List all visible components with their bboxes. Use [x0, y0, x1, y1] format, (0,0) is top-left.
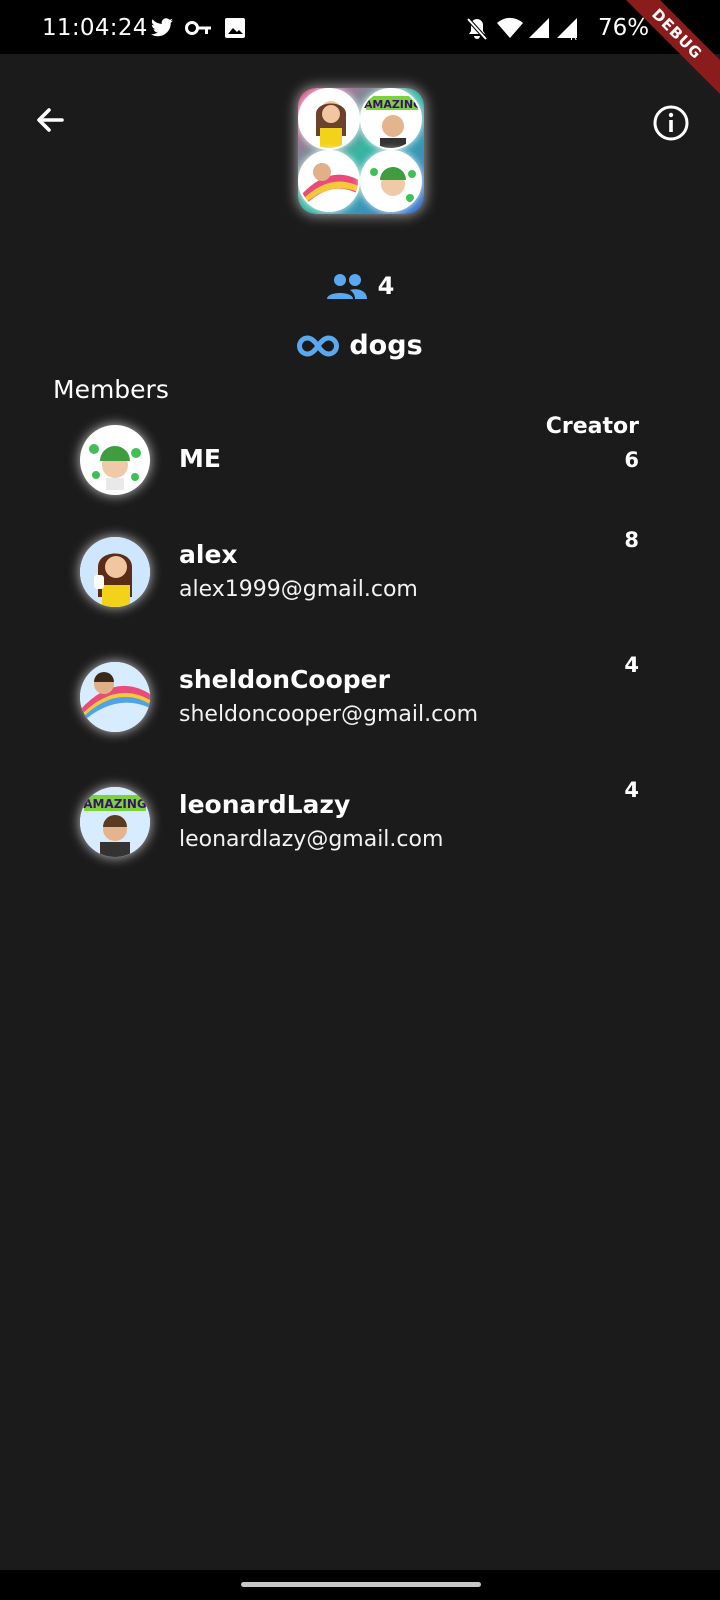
group-name-row: dogs: [0, 330, 720, 363]
member-role: Creator: [545, 414, 639, 439]
member-count-row: 4: [0, 272, 720, 304]
member-row-me[interactable]: ME Creator 6: [0, 410, 720, 500]
back-button[interactable]: [30, 100, 70, 140]
infinity-icon: [297, 334, 340, 357]
avatar: [80, 537, 150, 607]
home-indicator[interactable]: [241, 1582, 481, 1587]
status-time: 11:04:24: [42, 15, 148, 41]
avatar: [80, 425, 150, 495]
member-row-leonard[interactable]: AMAZING leonardLazy leonardlazy@gmail.co…: [0, 770, 720, 870]
member-row-sheldon[interactable]: sheldonCooper sheldoncooper@gmail.com 4: [0, 645, 720, 745]
svg-text:AMAZING: AMAZING: [364, 98, 422, 111]
signal-roaming-icon: R: [557, 18, 577, 41]
member-name: ME: [179, 444, 221, 473]
member-count: 4: [377, 272, 395, 300]
key-icon: [185, 21, 211, 35]
group-name: dogs: [349, 330, 423, 361]
arrow-back-icon: [37, 108, 64, 132]
avatar-leonard-thumb: AMAZING: [360, 88, 422, 150]
member-name: sheldonCooper: [179, 665, 390, 694]
member-score: 6: [624, 448, 639, 472]
avatar-sheldon-thumb: [298, 150, 360, 212]
member-email: sheldoncooper@gmail.com: [179, 702, 479, 727]
people-icon: [326, 274, 367, 299]
member-score: 4: [624, 653, 639, 677]
info-icon: [653, 105, 689, 141]
info-button[interactable]: [652, 104, 690, 142]
signal-icon: [529, 18, 549, 38]
members-heading: Members: [53, 375, 169, 404]
member-score: 4: [624, 778, 639, 802]
group-avatar: AMAZING: [298, 88, 424, 214]
svg-text:R: R: [570, 32, 577, 41]
avatar: AMAZING: [80, 787, 150, 857]
wifi-icon: [497, 17, 523, 38]
twitter-icon: [151, 18, 173, 37]
avatar: [80, 662, 150, 732]
avatar-me-thumb: [360, 150, 422, 212]
member-email: leonardlazy@gmail.com: [179, 827, 444, 852]
mute-bell-icon: [466, 17, 488, 41]
member-score: 8: [624, 528, 639, 552]
svg-text:AMAZING: AMAZING: [83, 797, 147, 811]
battery-percent: 76%: [598, 15, 650, 41]
avatar-alex-thumb: [298, 88, 360, 150]
member-name: alex: [179, 540, 238, 569]
member-name: leonardLazy: [179, 790, 351, 819]
member-row-alex[interactable]: alex alex1999@gmail.com 8: [0, 520, 720, 620]
image-icon: [225, 18, 245, 38]
member-email: alex1999@gmail.com: [179, 577, 418, 602]
status-bar: 11:04:24 R 76%: [0, 0, 720, 54]
